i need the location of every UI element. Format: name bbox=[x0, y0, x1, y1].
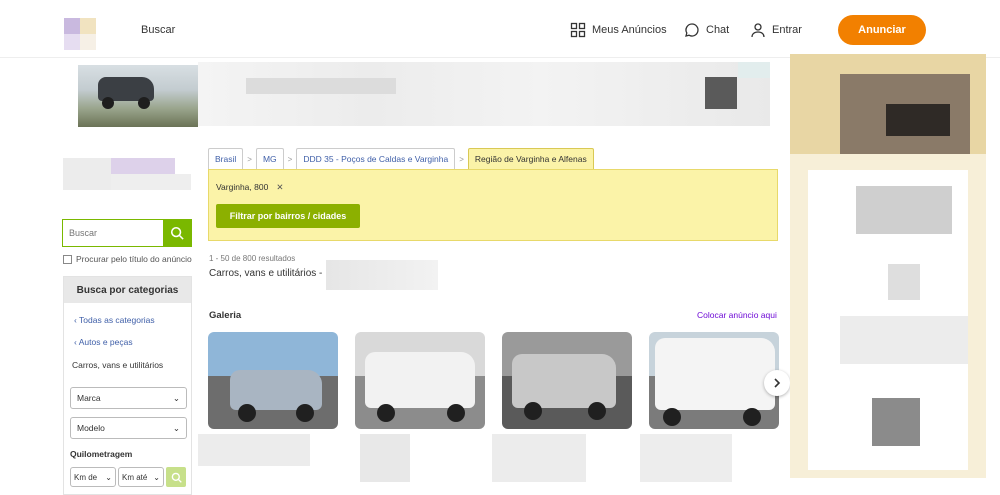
chevron-right-icon: > bbox=[247, 155, 252, 164]
site-logo[interactable] bbox=[64, 18, 96, 50]
mileage-search-button[interactable] bbox=[166, 467, 186, 487]
km-from-select[interactable]: Km de ⌄ bbox=[70, 467, 116, 487]
filter-neighborhoods-button[interactable]: Filtrar por bairros / cidades bbox=[216, 204, 360, 228]
login-link[interactable]: Entrar bbox=[750, 22, 802, 38]
sidebar-search-button[interactable] bbox=[163, 220, 191, 246]
category-panel-header: Busca por categorias bbox=[64, 277, 191, 303]
grid-icon bbox=[570, 22, 586, 38]
card-caption-blur-2 bbox=[360, 434, 410, 482]
user-icon bbox=[751, 23, 765, 38]
breadcrumb-mg[interactable]: MG bbox=[255, 148, 284, 170]
results-title: Carros, vans e utilitários - bbox=[209, 268, 323, 279]
post-ad-button[interactable]: Anunciar bbox=[838, 15, 926, 45]
results-blurred-text bbox=[326, 260, 438, 290]
left-blurred-logo bbox=[63, 158, 191, 190]
search-icon bbox=[171, 472, 182, 483]
chevron-right-icon bbox=[774, 378, 781, 388]
chat-label: Chat bbox=[706, 24, 730, 36]
card-caption-blur-4 bbox=[640, 434, 732, 482]
post-ad-here-link[interactable]: Colocar anúncio aqui bbox=[697, 310, 777, 320]
sidebar-search bbox=[62, 219, 192, 247]
active-filter-tag: Varginha, 800 ✕ bbox=[216, 182, 284, 193]
title-only-checkbox-row[interactable]: Procurar pelo título do anúncio bbox=[63, 254, 192, 264]
km-to-select[interactable]: Km até ⌄ bbox=[118, 467, 164, 487]
card-caption-blur-1 bbox=[198, 434, 310, 466]
brand-select[interactable]: Marca ⌄ bbox=[70, 387, 187, 409]
chevron-down-icon: ⌄ bbox=[105, 472, 112, 482]
model-select[interactable]: Modelo ⌄ bbox=[70, 417, 187, 439]
gallery-card-white-van[interactable] bbox=[649, 332, 779, 429]
title-only-checkbox[interactable] bbox=[63, 254, 72, 264]
gallery-title: Galeria bbox=[209, 310, 242, 321]
category-panel: Busca por categorias ‹ Todas as categori… bbox=[63, 276, 192, 495]
breadcrumb-region[interactable]: Região de Varginha e Alfenas bbox=[467, 148, 594, 170]
chevron-down-icon: ⌄ bbox=[172, 422, 180, 433]
close-icon[interactable]: ✕ bbox=[276, 182, 283, 193]
chevron-down-icon: ⌄ bbox=[172, 392, 180, 403]
mileage-label: Quilometragem bbox=[70, 449, 133, 459]
chevron-right-icon: > bbox=[459, 155, 464, 164]
breadcrumb: Brasil > MG > DDD 35 - Poços de Caldas e… bbox=[208, 146, 594, 170]
all-categories-link[interactable]: ‹ Todas as categorias bbox=[74, 315, 155, 325]
chat-link[interactable]: Chat bbox=[684, 22, 729, 38]
filter-tag-city: Varginha bbox=[216, 182, 250, 192]
chevron-right-icon: > bbox=[287, 155, 293, 164]
location-filter-panel: Varginha, 800 ✕ Filtrar por bairros / ci… bbox=[208, 169, 778, 241]
search-icon bbox=[170, 226, 184, 240]
top-bar: Buscar Meus Anúncios Chat Entrar Anuncia… bbox=[0, 0, 1000, 58]
my-ads-label: Meus Anúncios bbox=[592, 24, 667, 36]
chat-bubble-icon bbox=[685, 23, 699, 37]
login-label: Entrar bbox=[772, 24, 802, 36]
gallery-next-button[interactable] bbox=[764, 370, 790, 396]
card-caption-blur-3 bbox=[492, 434, 586, 482]
banner-blurred-block-2 bbox=[705, 77, 737, 109]
banner-ad-image[interactable] bbox=[78, 65, 198, 127]
chevron-down-icon: ⌄ bbox=[153, 472, 160, 482]
current-category: Carros, vans e utilitários bbox=[72, 360, 164, 370]
banner-blurred-block-3 bbox=[738, 62, 770, 78]
result-count: 1 - 50 de 800 resultados bbox=[209, 254, 296, 263]
parent-category-link[interactable]: ‹ Autos e peças bbox=[74, 337, 133, 347]
breadcrumb-brasil[interactable]: Brasil bbox=[208, 148, 244, 170]
title-only-label: Procurar pelo título do anúncio bbox=[76, 254, 192, 264]
gallery-card-silver-sedan[interactable] bbox=[208, 332, 338, 429]
banner-blurred-block bbox=[246, 78, 396, 94]
right-side-ad[interactable] bbox=[790, 54, 986, 478]
banner-blurred-text bbox=[198, 62, 770, 126]
breadcrumb-ddd35[interactable]: DDD 35 - Poços de Caldas e Varginha bbox=[296, 148, 456, 170]
top-search-link[interactable]: Buscar bbox=[141, 24, 175, 36]
gallery-card-white-pickup[interactable] bbox=[355, 332, 485, 429]
sidebar-search-input[interactable] bbox=[63, 220, 163, 246]
my-ads-link[interactable]: Meus Anúncios bbox=[570, 22, 667, 38]
gallery-card-silver-suv[interactable] bbox=[502, 332, 632, 429]
filter-tag-count: 800 bbox=[254, 182, 269, 192]
